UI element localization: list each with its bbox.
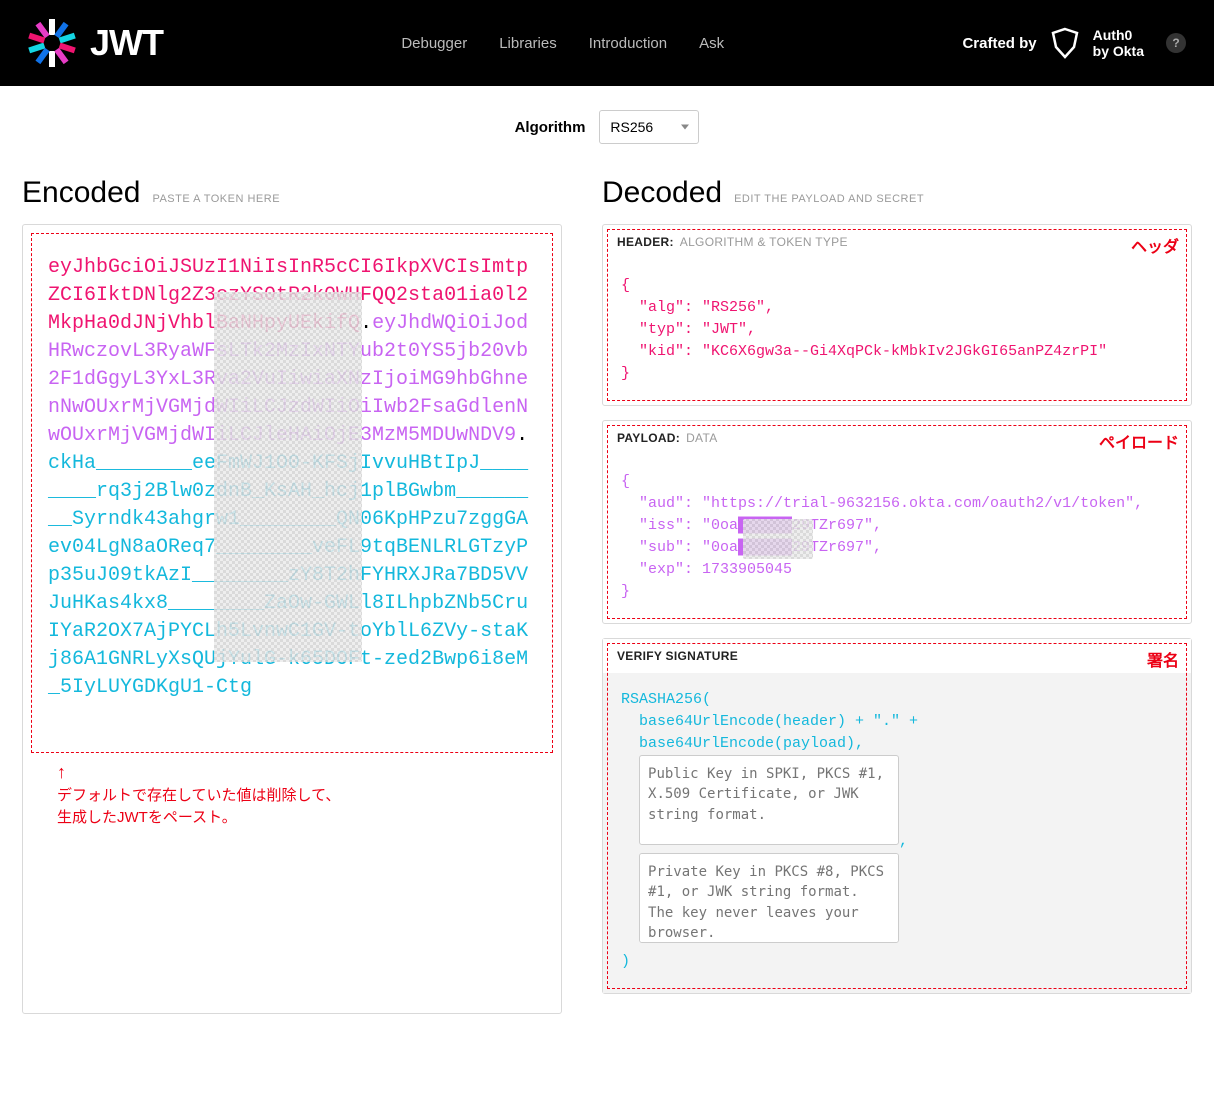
decoded-title: Decoded xyxy=(602,176,722,210)
decoded-signature-box: 署名 VERIFY SIGNATURE RSASHA256( base64Url… xyxy=(602,638,1192,994)
algorithm-label: Algorithm xyxy=(515,119,586,136)
decoded-header-box: ヘッダ HEADER: ALGORITHM & TOKEN TYPE { "al… xyxy=(602,224,1192,406)
note-arrow: ↑ xyxy=(57,762,66,782)
auth0-line2: by Okta xyxy=(1093,43,1144,59)
crafted-by: Crafted by Auth0 by Okta ? xyxy=(962,27,1186,59)
jwt-asterisk-icon xyxy=(28,19,76,67)
encoded-note: ↑ デフォルトで存在していた値は削除して、 生成したJWTをペースト。 xyxy=(57,761,340,829)
decoded-signature-body: RSASHA256( base64UrlEncode(header) + "."… xyxy=(603,673,1191,993)
payload-label: PAYLOAD: xyxy=(617,431,680,445)
redaction-overlay-payload xyxy=(743,519,813,559)
private-key-input[interactable] xyxy=(639,853,899,943)
decoded-sub: EDIT THE PAYLOAD AND SECRET xyxy=(734,193,924,205)
algorithm-row: Algorithm RS256 xyxy=(0,86,1214,162)
encoded-panel[interactable]: eyJhbGciOiJSUzI1NiIsInR5cCI6IkpXVCIsImtp… xyxy=(22,224,562,1014)
header-label: HEADER: xyxy=(617,235,674,249)
nav-ask[interactable]: Ask xyxy=(699,35,724,52)
public-key-input[interactable] xyxy=(639,755,899,845)
encoded-sub: PASTE A TOKEN HERE xyxy=(152,193,280,205)
signature-label: VERIFY SIGNATURE xyxy=(617,649,738,663)
sig-line-1: base64UrlEncode(header) + "." + xyxy=(639,713,918,730)
encoded-title: Encoded xyxy=(22,176,140,210)
jp-payload-tag: ペイロード xyxy=(1099,429,1179,453)
auth0-shield-icon xyxy=(1049,27,1081,59)
nav-libraries[interactable]: Libraries xyxy=(499,35,557,52)
note-line-2: 生成したJWTをペースト。 xyxy=(57,809,237,826)
logo-text: JWT xyxy=(90,22,163,64)
sig-comma: , xyxy=(899,833,908,850)
note-line-1: デフォルトで存在していた値は削除して、 xyxy=(57,787,340,804)
sig-fn: RSASHA256( xyxy=(621,691,711,708)
sig-line-2: base64UrlEncode(payload), xyxy=(639,735,864,752)
header-sublabel: ALGORITHM & TOKEN TYPE xyxy=(680,235,848,249)
decoded-payload-box: ペイロード PAYLOAD: DATA { "aud": "https://tr… xyxy=(602,420,1192,624)
decoded-payload-json[interactable]: { "aud": "https://trial-9632156.okta.com… xyxy=(603,455,1191,623)
help-icon[interactable]: ? xyxy=(1166,33,1186,53)
decoded-header-json[interactable]: { "alg": "RS256", "typ": "JWT", "kid": "… xyxy=(603,259,1191,405)
logo[interactable]: JWT xyxy=(28,19,163,67)
sig-close: ) xyxy=(621,953,630,970)
nav-introduction[interactable]: Introduction xyxy=(589,35,667,52)
crafted-label: Crafted by xyxy=(962,35,1036,52)
redaction-overlay xyxy=(214,292,362,662)
encoded-token[interactable]: eyJhbGciOiJSUzI1NiIsInR5cCI6IkpXVCIsImtp… xyxy=(31,233,553,753)
auth0-line1: Auth0 xyxy=(1093,27,1144,43)
jp-header-tag: ヘッダ xyxy=(1131,233,1179,257)
navbar: JWT Debugger Libraries Introduction Ask … xyxy=(0,0,1214,86)
jp-signature-tag: 署名 xyxy=(1147,647,1179,671)
nav-links: Debugger Libraries Introduction Ask xyxy=(401,35,724,52)
nav-debugger[interactable]: Debugger xyxy=(401,35,467,52)
payload-sublabel: DATA xyxy=(686,431,717,445)
algorithm-select[interactable]: RS256 xyxy=(599,110,699,144)
